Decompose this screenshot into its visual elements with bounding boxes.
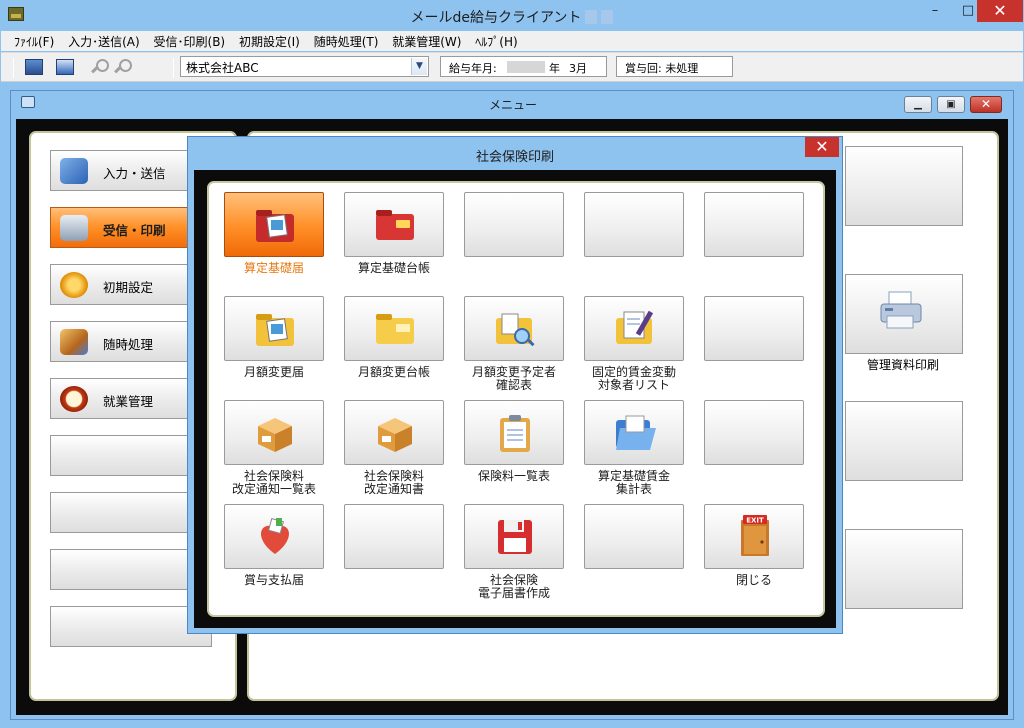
dialog-button[interactable]: EXIT [704, 504, 804, 569]
printer-icon [60, 215, 88, 241]
menu-help[interactable]: ﾍﾙﾌﾟ(H) [470, 32, 522, 52]
dialog-empty-button[interactable] [704, 400, 804, 465]
menu-window-title: メニュー [488, 98, 537, 112]
dialog-button[interactable] [464, 504, 564, 569]
svg-text:EXIT: EXIT [746, 517, 764, 525]
bonus-status: 賞与回: 未処理 [625, 62, 699, 75]
redacted-block [585, 10, 598, 24]
child-minimize-button[interactable]: ▁ [904, 96, 932, 113]
close-button[interactable]: ✕ [977, 0, 1023, 22]
menu-initial-settings[interactable]: 初期設定(I) [234, 32, 305, 52]
dialog-button[interactable] [344, 192, 444, 257]
company-value: 株式会社ABC [186, 61, 259, 75]
menu-ad-hoc[interactable]: 随時処理(T) [309, 32, 384, 52]
pay-month: 3月 [569, 62, 587, 75]
chevron-down-icon[interactable]: ▼ [411, 58, 427, 75]
dialog-empty-button[interactable] [704, 296, 804, 361]
menu-attendance[interactable]: 就業管理(W) [387, 32, 466, 52]
child-close-button[interactable]: ✕ [970, 96, 1002, 113]
tools-icon [60, 329, 88, 355]
nav-label: 初期設定 [103, 280, 154, 295]
menu-file[interactable]: ﾌｧｲﾙ(F) [9, 32, 59, 52]
dialog-empty-button[interactable] [464, 192, 564, 257]
yellow-folder-photos-icon [256, 314, 294, 346]
content-button[interactable] [845, 146, 963, 226]
company-select[interactable]: 株式会社ABC ▼ [180, 56, 429, 77]
app-window: メールde給与クライアント – □ ✕ ﾌｧｲﾙ(F) 入力･送信(A) 受信･… [0, 0, 1024, 728]
red-folder-icon [376, 210, 414, 240]
folder-search-icon [496, 313, 535, 347]
monitor-chart-icon[interactable] [56, 59, 74, 75]
folder-pen-icon [616, 310, 654, 344]
dialog-button[interactable] [224, 192, 324, 257]
toolbar-separator [173, 58, 174, 78]
pay-year-label: 給与年月: [449, 62, 497, 75]
gift-heart-icon [261, 518, 289, 554]
minimize-button[interactable]: – [918, 0, 952, 22]
clock-icon [60, 386, 88, 412]
dialog-empty-button[interactable] [704, 192, 804, 257]
redacted-year [507, 61, 545, 73]
nav-label: 随時処理 [103, 337, 154, 352]
dialog-button[interactable] [224, 400, 324, 465]
cardboard-box-icon [258, 418, 292, 452]
yellow-folder-icon [376, 314, 414, 344]
management-print-label: 管理資料印刷 [866, 358, 939, 372]
clipboard-icon [500, 415, 530, 452]
menu-bar: ﾌｧｲﾙ(F) 入力･送信(A) 受信･印刷(B) 初期設定(I) 随時処理(T… [1, 31, 1023, 51]
child-maximize-button[interactable]: ▣ [937, 96, 965, 113]
key-icon[interactable] [89, 59, 109, 75]
dialog-button[interactable] [224, 296, 324, 361]
app-title: メールde給与クライアント [410, 10, 582, 26]
dialog-empty-button[interactable] [584, 192, 684, 257]
redacted-block [601, 10, 614, 24]
year-suffix: 年 [549, 62, 560, 75]
key-icon[interactable] [112, 59, 132, 75]
gear-icon [60, 272, 88, 298]
monitor-icon[interactable] [25, 59, 43, 75]
dialog-close-button[interactable]: ✕ [805, 137, 839, 157]
content-button[interactable] [845, 529, 963, 609]
nav-label: 受信・印刷 [103, 223, 166, 238]
dialog-empty-button[interactable] [344, 504, 444, 569]
app-icon[interactable] [8, 7, 24, 21]
printer-icon [880, 291, 922, 329]
dialog-button[interactable] [584, 296, 684, 361]
pay-year-month-field: 給与年月: 年 3月 [440, 56, 607, 77]
dialog-button[interactable] [344, 296, 444, 361]
nav-label: 入力・送信 [103, 166, 166, 181]
cardboard-box-icon [378, 418, 412, 452]
red-folder-photos-icon [256, 210, 294, 242]
blue-folder-open-icon [616, 415, 656, 450]
exit-door-icon: EXIT [741, 515, 769, 556]
floppy-disk-icon [498, 520, 532, 554]
toolbar-separator [13, 58, 14, 78]
dialog-button[interactable] [464, 400, 564, 465]
dialog-button[interactable] [344, 400, 444, 465]
title-bar[interactable]: メールde給与クライアント – □ ✕ [0, 0, 1024, 30]
menu-input-send[interactable]: 入力･送信(A) [63, 32, 145, 52]
dialog-button[interactable] [584, 400, 684, 465]
bonus-status-field: 賞与回: 未処理 [616, 56, 733, 77]
nav-label: 就業管理 [103, 394, 154, 409]
dialog-empty-button[interactable] [584, 504, 684, 569]
dialog-button[interactable] [464, 296, 564, 361]
envelope-box-icon [60, 158, 88, 184]
menu-receive-print[interactable]: 受信･印刷(B) [149, 32, 231, 52]
dialog-title: 社会保険印刷 [475, 150, 554, 165]
dialog-button[interactable] [224, 504, 324, 569]
content-button[interactable] [845, 401, 963, 481]
